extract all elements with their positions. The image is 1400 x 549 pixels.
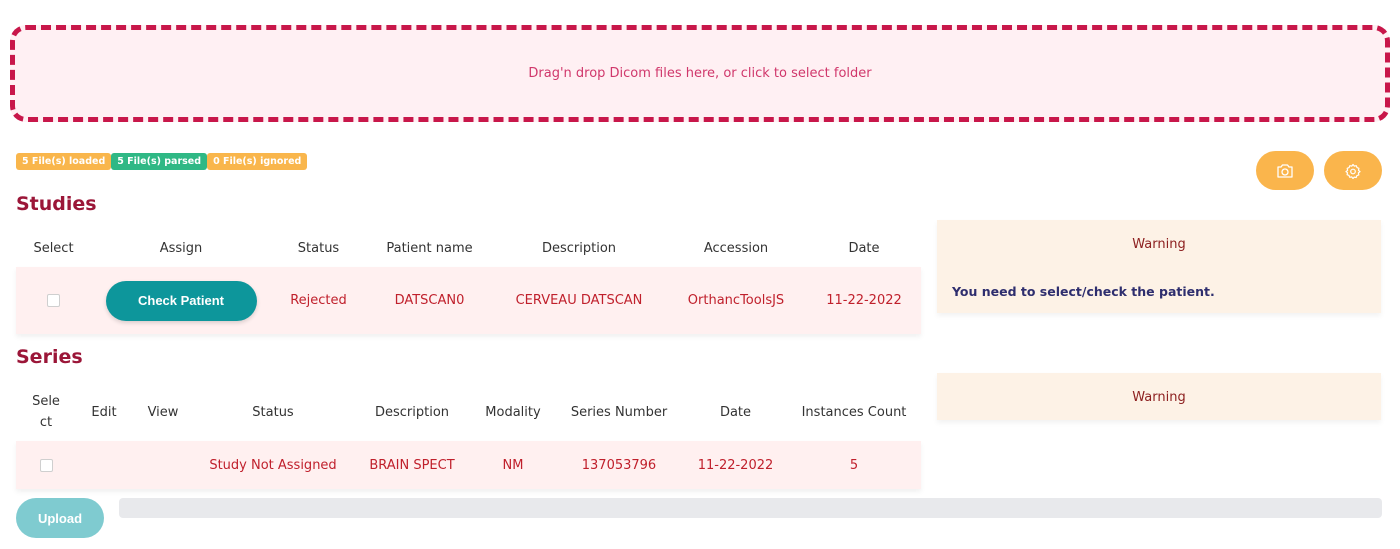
camera-icon bbox=[1277, 163, 1293, 178]
studies-title: Studies bbox=[16, 193, 97, 215]
study-description: CERVEAU DATSCAN bbox=[493, 267, 665, 334]
study-patient-name: DATSCAN0 bbox=[366, 267, 493, 334]
studies-header-row: Select Assign Status Patient name Descri… bbox=[16, 229, 921, 267]
col-header-instances-count: Instances Count bbox=[801, 404, 907, 420]
series-date: 11-22-2022 bbox=[684, 441, 787, 489]
series-row[interactable]: Study Not Assigned BRAIN SPECT NM 137053… bbox=[16, 441, 921, 489]
series-title: Series bbox=[16, 346, 83, 368]
series-number: 137053796 bbox=[554, 441, 684, 489]
col-header-date: Date bbox=[719, 404, 752, 420]
series-view-cell[interactable] bbox=[132, 441, 194, 489]
col-header-series-number: Series Number bbox=[570, 404, 668, 420]
settings-button[interactable] bbox=[1324, 151, 1382, 190]
col-header-date: Date bbox=[848, 240, 880, 256]
upload-button[interactable]: Upload bbox=[16, 498, 104, 538]
files-parsed-badge: 5 File(s) parsed bbox=[111, 153, 208, 170]
series-edit-cell[interactable] bbox=[76, 441, 132, 489]
col-header-accession: Accession bbox=[703, 240, 769, 256]
studies-warning-message: You need to select/check the patient. bbox=[952, 284, 1215, 299]
dicom-dropzone[interactable]: Drag'n drop Dicom files here, or click t… bbox=[10, 25, 1390, 122]
series-modality: NM bbox=[472, 441, 554, 489]
check-patient-button[interactable]: Check Patient bbox=[105, 280, 257, 321]
col-header-status: Status bbox=[297, 240, 340, 256]
series-table: Sele ct Edit View Status Description Mod… bbox=[16, 383, 921, 489]
studies-warning-panel: Warning You need to select/check the pat… bbox=[937, 220, 1381, 313]
col-header-status: Status bbox=[252, 404, 294, 420]
col-header-assign: Assign bbox=[159, 240, 203, 256]
series-header-row: Sele ct Edit View Status Description Mod… bbox=[16, 383, 921, 441]
gear-icon bbox=[1345, 163, 1361, 179]
series-instances-count: 5 bbox=[787, 441, 921, 489]
upload-progress-bar bbox=[119, 498, 1382, 518]
camera-button[interactable] bbox=[1256, 151, 1314, 190]
study-status: Rejected bbox=[271, 267, 366, 334]
files-ignored-badge: 0 File(s) ignored bbox=[207, 153, 308, 170]
series-warning-title: Warning bbox=[1132, 390, 1186, 405]
study-accession: OrthancToolsJS bbox=[665, 267, 807, 334]
series-status: Study Not Assigned bbox=[194, 441, 352, 489]
col-header-description: Description bbox=[374, 404, 450, 420]
col-header-select: Select bbox=[33, 240, 74, 256]
files-loaded-badge: 5 File(s) loaded bbox=[16, 153, 112, 170]
studies-warning-title: Warning bbox=[1132, 237, 1186, 252]
col-header-view: View bbox=[147, 404, 179, 420]
dropzone-text: Drag'n drop Dicom files here, or click t… bbox=[528, 66, 872, 81]
studies-table: Select Assign Status Patient name Descri… bbox=[16, 229, 921, 334]
study-select-checkbox[interactable] bbox=[47, 294, 60, 307]
col-header-modality: Modality bbox=[485, 404, 541, 420]
series-description: BRAIN SPECT bbox=[352, 441, 472, 489]
file-status-badges: 5 File(s) loaded 5 File(s) parsed 0 File… bbox=[16, 153, 308, 170]
col-header-select: Sele ct bbox=[32, 394, 60, 430]
series-select-checkbox[interactable] bbox=[39, 458, 53, 472]
col-header-edit: Edit bbox=[91, 404, 117, 420]
col-header-description: Description bbox=[541, 240, 617, 256]
col-header-patient-name: Patient name bbox=[386, 240, 473, 256]
study-row[interactable]: Check Patient Rejected DATSCAN0 CERVEAU … bbox=[16, 267, 921, 334]
series-warning-panel: Warning bbox=[937, 373, 1381, 420]
study-date: 11-22-2022 bbox=[807, 267, 921, 334]
